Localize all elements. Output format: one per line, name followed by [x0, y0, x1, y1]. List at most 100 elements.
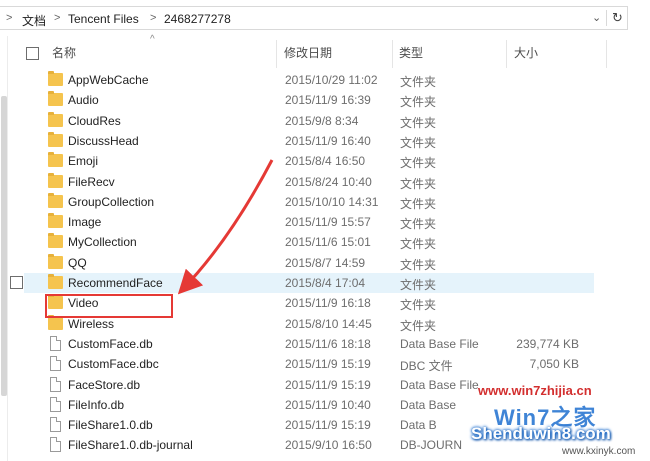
column-divider[interactable] [276, 40, 277, 68]
breadcrumb-current-folder[interactable]: 2468277278 [164, 12, 231, 26]
folder-row[interactable]: Image 2015/11/9 15:57 文件夹 [24, 212, 624, 232]
file-icon [50, 335, 61, 351]
date-modified: 2015/8/10 14:45 [285, 316, 372, 331]
select-all-checkbox[interactable] [26, 47, 39, 60]
date-modified: 2015/11/9 15:57 [285, 215, 371, 230]
navigation-pane-edge [0, 36, 8, 461]
file-type: Data Base File [400, 377, 479, 392]
file-type: 文件夹 [400, 135, 437, 150]
file-name: Image [68, 215, 102, 230]
folder-row[interactable]: DiscussHead 2015/11/9 16:40 文件夹 [24, 131, 624, 151]
refresh-icon[interactable]: ↻ [612, 10, 623, 26]
file-name: CustomFace.dbc [68, 357, 159, 372]
date-modified: 2015/11/9 10:40 [285, 397, 371, 412]
file-type: 文件夹 [400, 95, 437, 110]
file-name: RecommendFace [68, 276, 163, 290]
row-checkbox[interactable] [10, 276, 23, 289]
folder-row[interactable]: QQ 2015/8/7 14:59 文件夹 [24, 253, 624, 273]
file-type: 文件夹 [400, 257, 437, 272]
folder-icon [48, 152, 63, 168]
folder-icon [48, 233, 63, 249]
date-modified: 2015/9/8 8:34 [285, 113, 359, 128]
date-modified: 2015/11/9 15:19 [285, 377, 371, 392]
file-icon [50, 376, 61, 392]
file-type: 文件夹 [400, 237, 437, 252]
file-icon [50, 417, 61, 433]
file-type: Data B [400, 418, 437, 433]
file-type: 文件夹 [400, 156, 437, 171]
date-modified: 2015/8/4 17:04 [285, 276, 366, 290]
file-name: QQ [68, 255, 87, 270]
file-type: 文件夹 [400, 298, 437, 313]
date-modified: 2015/11/6 18:18 [285, 336, 371, 351]
file-name: FaceStore.db [68, 377, 141, 392]
column-type[interactable]: 类型 [399, 38, 423, 68]
file-name: MyCollection [68, 235, 137, 250]
file-type: 文件夹 [400, 318, 437, 333]
column-divider[interactable] [606, 40, 607, 68]
breadcrumb-separator: > [150, 12, 157, 24]
folder-icon [48, 192, 63, 208]
folder-row[interactable]: MyCollection 2015/11/6 15:01 文件夹 [24, 232, 624, 252]
file-name: CloudRes [68, 113, 121, 128]
chevron-down-icon[interactable]: ⌄ [592, 11, 601, 24]
date-modified: 2015/11/9 15:19 [285, 418, 371, 433]
date-modified: 2015/10/29 11:02 [285, 73, 378, 87]
date-modified: 2015/10/10 14:31 [285, 194, 379, 209]
folder-row[interactable]: RecommendFace 2015/8/4 17:04 文件夹 [10, 273, 594, 293]
file-name: GroupCollection [68, 194, 155, 209]
file-name: Audio [68, 93, 99, 108]
file-name: FileRecv [68, 174, 115, 189]
file-name: FileInfo.db [68, 397, 125, 412]
address-box[interactable]: > 文档 > Tencent Files > 2468277278 ⌄ ↻ [0, 6, 628, 30]
folder-row[interactable]: Emoji 2015/8/4 16:50 文件夹 [24, 151, 624, 171]
folder-icon [48, 253, 63, 269]
folder-row[interactable]: FileRecv 2015/8/24 10:40 文件夹 [24, 172, 624, 192]
file-type: Data Base File [400, 336, 479, 351]
folder-icon [48, 274, 63, 289]
file-name: Wireless [68, 316, 115, 331]
file-icon [50, 396, 61, 412]
column-size[interactable]: 大小 [514, 38, 538, 68]
file-type: 文件夹 [400, 75, 437, 89]
date-modified: 2015/8/24 10:40 [285, 174, 372, 189]
file-type: 文件夹 [400, 196, 437, 211]
file-row[interactable]: CustomFace.db 2015/11/6 18:18 Data Base Fi… [24, 334, 624, 354]
file-name: AppWebCache [68, 73, 149, 87]
column-divider[interactable] [392, 40, 393, 68]
folder-row[interactable]: Audio 2015/11/9 16:39 文件夹 [24, 90, 624, 110]
file-type: 文件夹 [400, 278, 437, 292]
file-name: Emoji [68, 154, 99, 169]
file-name: FileShare1.0.db [68, 418, 153, 433]
folder-icon [48, 131, 63, 147]
folder-icon [48, 172, 63, 188]
date-modified: 2015/11/9 16:40 [285, 133, 371, 148]
file-type: DBC 文件 [400, 359, 453, 374]
folder-row[interactable]: CloudRes 2015/9/8 8:34 文件夹 [24, 111, 624, 131]
date-modified: 2015/8/4 16:50 [285, 154, 366, 169]
file-type: DB-JOURN [400, 438, 462, 453]
folder-icon [48, 111, 63, 127]
column-header: 名称 ^ 修改日期 类型 大小 [14, 34, 634, 68]
file-type: 文件夹 [400, 115, 437, 130]
folder-row[interactable]: GroupCollection 2015/10/10 14:31 文件夹 [24, 192, 624, 212]
file-size: 239,774 KB [516, 336, 579, 351]
file-icon [50, 437, 61, 453]
date-modified: 2015/8/7 14:59 [285, 255, 366, 270]
breadcrumb-tencent-files[interactable]: Tencent Files [68, 12, 139, 26]
file-size: 7,050 KB [529, 357, 579, 372]
folder-row[interactable]: AppWebCache 2015/10/29 11:02 文件夹 [24, 70, 624, 90]
column-name[interactable]: 名称 [52, 38, 76, 68]
column-divider[interactable] [506, 40, 507, 68]
sort-ascending-icon: ^ [150, 34, 155, 45]
file-type: Data Base [400, 397, 457, 412]
date-modified: 2015/11/9 16:39 [285, 93, 371, 108]
breadcrumb-documents[interactable]: 文档 [22, 12, 46, 29]
address-divider [606, 10, 607, 26]
breadcrumb-separator: > [6, 12, 13, 24]
column-date-modified[interactable]: 修改日期 [284, 38, 332, 68]
file-row[interactable]: CustomFace.dbc 2015/11/9 15:19 DBC 文件 7,050… [24, 354, 624, 374]
file-type: 文件夹 [400, 176, 437, 191]
watermark-site: www.kxinyk.com [562, 446, 636, 457]
navigation-scrollbar[interactable] [1, 96, 7, 396]
